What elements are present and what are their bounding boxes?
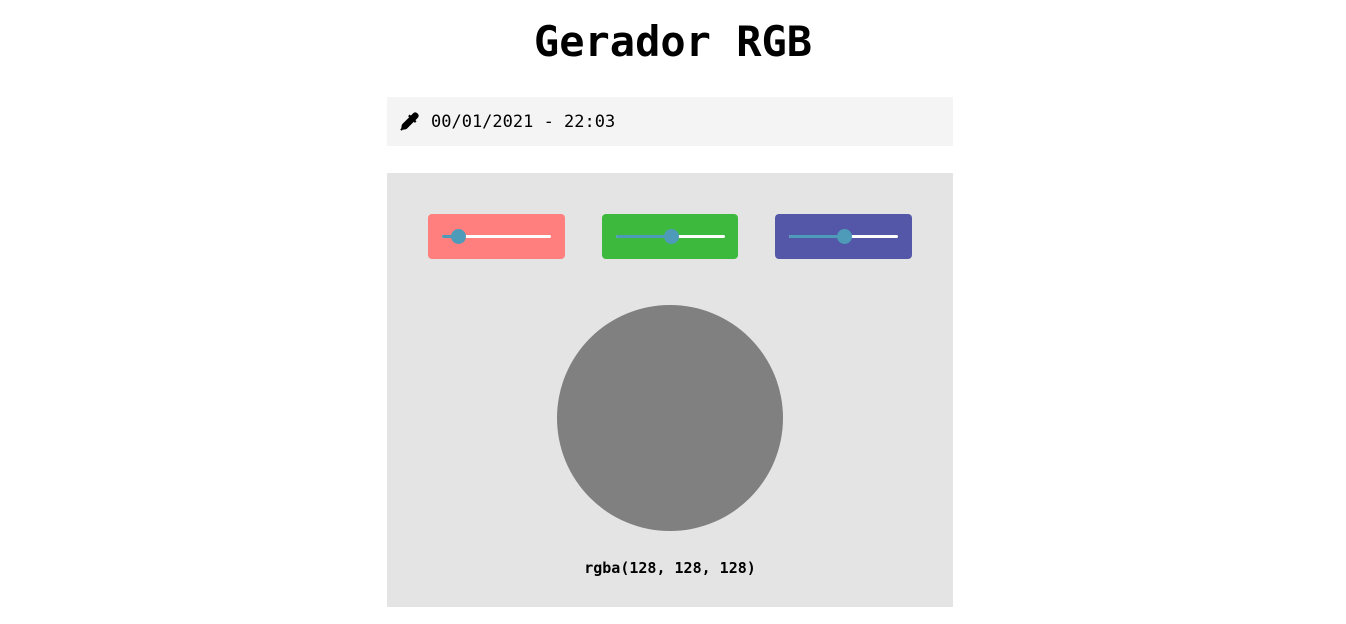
blue-slider-fill [789, 235, 844, 238]
green-slider[interactable] [616, 229, 725, 244]
color-panel: rgba(128, 128, 128) [387, 173, 953, 607]
blue-slider-thumb[interactable] [837, 229, 852, 244]
red-slider-thumb[interactable] [451, 229, 466, 244]
color-swatch [557, 305, 783, 531]
green-slider-fill [616, 235, 671, 238]
eyedropper-icon [400, 112, 419, 131]
datetime-text: 00/01/2021 - 22:03 [431, 111, 616, 132]
red-slider-box [428, 214, 565, 259]
page-title: Gerador RGB [533, 17, 813, 66]
green-slider-box [602, 214, 738, 259]
blue-slider[interactable] [789, 229, 898, 244]
color-code-text: rgba(128, 128, 128) [584, 559, 756, 577]
page: Gerador RGB 00/01/2021 - 22:03 rgba(128,… [0, 0, 1346, 624]
green-slider-thumb[interactable] [664, 229, 679, 244]
red-slider[interactable] [442, 229, 551, 244]
blue-slider-box [775, 214, 912, 259]
datetime-bar: 00/01/2021 - 22:03 [387, 97, 953, 146]
